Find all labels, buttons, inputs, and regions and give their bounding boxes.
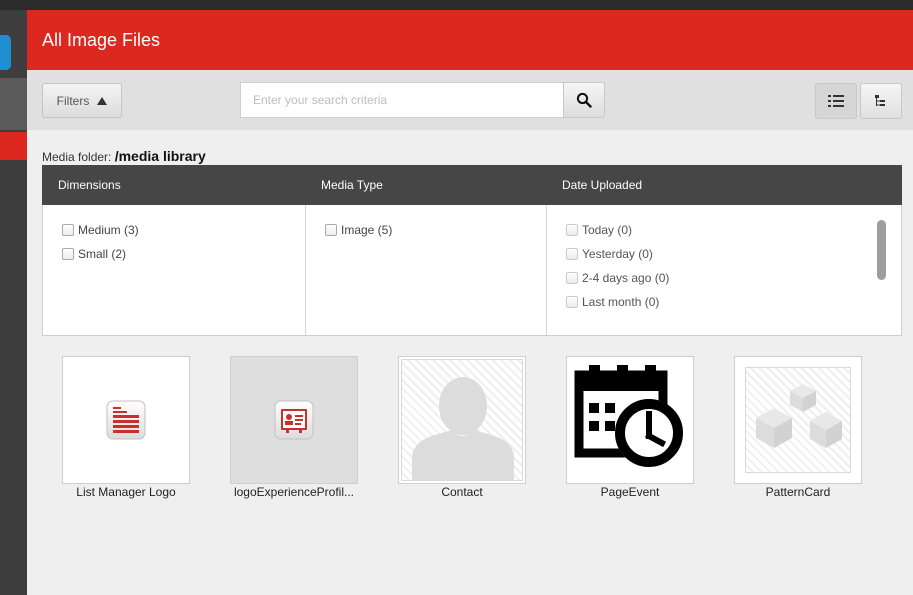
checkbox[interactable] [566, 296, 578, 308]
search-icon [576, 92, 592, 108]
search-input[interactable] [240, 82, 564, 118]
facet-option-label: 2-4 days ago (0) [582, 271, 670, 285]
facet-title-media-type: Media Type [321, 178, 383, 192]
thumbnail-label: PageEvent [600, 485, 660, 499]
checkbox[interactable] [566, 248, 578, 260]
page-header: All Image Files [27, 10, 913, 70]
list-manager-icon [106, 400, 146, 440]
thumbnail-contact[interactable] [398, 356, 526, 484]
facet-option-yesterday[interactable]: Yesterday (0) [566, 247, 653, 261]
cubes-placeholder-icon [756, 384, 842, 448]
top-bar [0, 0, 913, 10]
page-title: All Image Files [42, 30, 161, 50]
image-frame [745, 367, 851, 473]
facet-option-last-month[interactable]: Last month (0) [566, 295, 659, 309]
thumbnail-pattern-card[interactable] [734, 356, 862, 484]
checkbox[interactable] [62, 248, 74, 260]
facet-option-label: Last month (0) [582, 295, 660, 309]
list-view-button[interactable] [815, 83, 857, 119]
checkbox[interactable] [566, 272, 578, 284]
experience-profile-icon [274, 400, 314, 440]
toolbar: Filters [27, 70, 913, 130]
facet-divider [305, 205, 306, 335]
facet-option-label: Small (2) [78, 247, 127, 261]
facet-title-date-uploaded: Date Uploaded [562, 178, 643, 192]
thumbnail-page-event[interactable] [566, 356, 694, 484]
facet-divider [546, 205, 547, 335]
image-frame [401, 359, 523, 481]
facet-option-today[interactable]: Today (0) [566, 223, 632, 237]
facet-panel: Medium (3) Small (2) Image (5) Today (0)… [42, 205, 902, 336]
facet-header: Dimensions Media Type Date Uploaded [42, 165, 902, 205]
calendar-clock-icon [574, 365, 683, 467]
list-view-icon [828, 95, 844, 107]
facet-option-label: Medium (3) [78, 223, 139, 237]
thumbnail-experience-profile[interactable] [230, 356, 358, 484]
rail-active-item[interactable] [0, 132, 27, 160]
filters-button[interactable]: Filters [42, 83, 122, 118]
facet-option-image[interactable]: Image (5) [325, 223, 392, 237]
media-folder-path: /media library [114, 148, 206, 164]
facet-option-2-4-days[interactable]: 2-4 days ago (0) [566, 271, 669, 285]
rail-section[interactable] [0, 78, 27, 130]
checkbox[interactable] [62, 224, 74, 236]
tree-view-button[interactable] [860, 83, 902, 119]
facet-option-label: Yesterday (0) [582, 247, 653, 261]
facet-option-medium[interactable]: Medium (3) [62, 223, 139, 237]
tree-view-icon [875, 95, 885, 106]
filters-label: Filters [56, 93, 90, 108]
search-box [240, 82, 605, 118]
facet-option-label: Today (0) [582, 223, 633, 237]
thumbnail-label: PatternCard [765, 485, 831, 499]
checkbox[interactable] [566, 224, 578, 236]
checkbox[interactable] [325, 224, 337, 236]
facet-scrollbar[interactable] [877, 220, 886, 280]
thumbnail-label: List Manager Logo [76, 485, 176, 499]
facet-option-label: Image (5) [341, 223, 393, 237]
facet-title-dimensions: Dimensions [58, 178, 121, 192]
search-button[interactable] [563, 82, 605, 118]
rail-launch-button[interactable] [0, 35, 11, 70]
left-rail [0, 10, 27, 595]
media-folder: Media folder: /media library [42, 148, 206, 164]
contact-silhouette-icon [412, 377, 514, 480]
thumbnail-label: logoExperienceProfil... [233, 485, 355, 499]
facet-option-small[interactable]: Small (2) [62, 247, 126, 261]
media-folder-label: Media folder: [42, 150, 112, 164]
triangle-up-icon [97, 96, 108, 105]
thumbnail-label: Contact [441, 485, 483, 499]
thumbnail-list-manager-logo[interactable] [62, 356, 190, 484]
